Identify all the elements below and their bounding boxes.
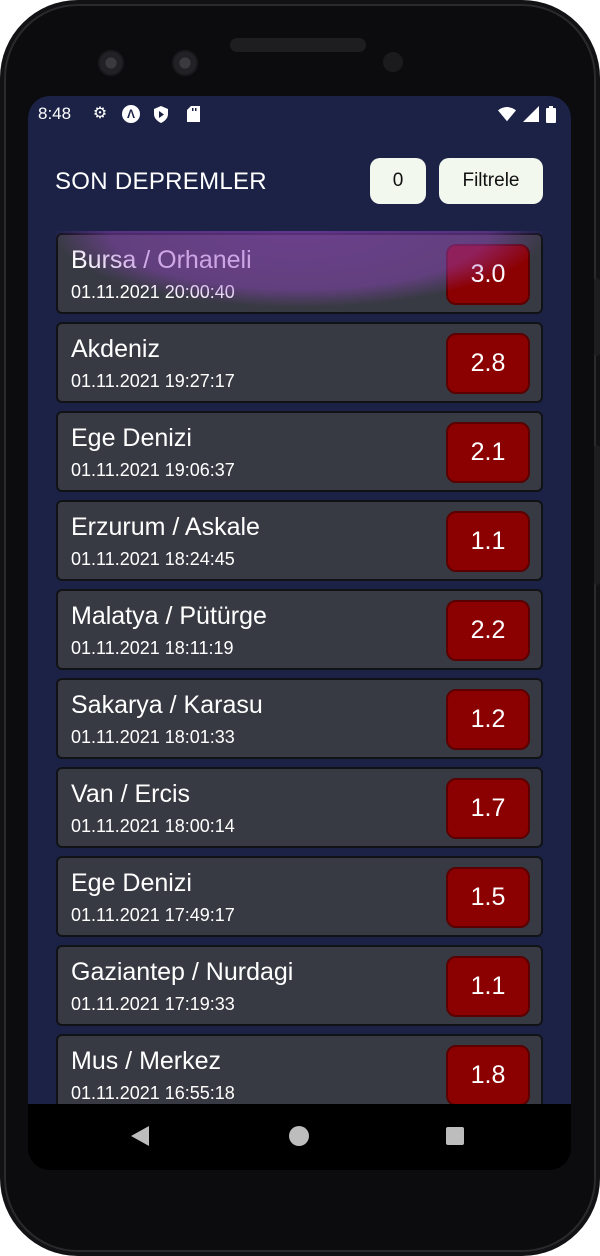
list-item[interactable]: Bursa / Orhaneli 01.11.2021 20:00:40 3.0 (56, 233, 543, 314)
status-time: 8:48 (38, 104, 72, 123)
power-button (594, 278, 600, 356)
count-button[interactable]: 0 (370, 158, 426, 204)
magnitude-badge: 1.5 (446, 867, 530, 928)
back-icon[interactable] (131, 1126, 149, 1146)
signal-icon (522, 105, 540, 123)
home-icon[interactable] (289, 1126, 309, 1146)
earthquake-datetime: 01.11.2021 18:00:14 (71, 816, 235, 836)
earthquake-datetime: 01.11.2021 17:49:17 (71, 905, 235, 925)
filter-button[interactable]: Filtrele (439, 158, 543, 204)
app-content: 8:48 ⚙ Λ SON DEPREMLER 0 Filtrele Bursa … (28, 96, 571, 1104)
front-camera (98, 50, 124, 76)
navigation-bar (28, 1104, 571, 1170)
list-item[interactable]: Malatya / Pütürge 01.11.2021 18:11:19 2.2 (56, 589, 543, 670)
earthquake-location: Van / Ercis (71, 780, 191, 808)
recent-apps-icon[interactable] (446, 1127, 464, 1145)
toolbar: SON DEPREMLER 0 Filtrele (28, 132, 571, 232)
list-item[interactable]: Gaziantep / Nurdagi 01.11.2021 17:19:33 1.… (56, 945, 543, 1026)
list-item[interactable]: Sakarya / Karasu 01.11.2021 18:01:33 1.2 (56, 678, 543, 759)
magnitude-badge: 2.1 (446, 422, 530, 483)
list-item[interactable]: Ege Denizi 01.11.2021 19:06:37 2.1 (56, 411, 543, 492)
earthquake-location: Sakarya / Karasu (71, 691, 263, 719)
list-item[interactable]: Van / Ercis 01.11.2021 18:00:14 1.7 (56, 767, 543, 848)
battery-icon (546, 105, 556, 123)
magnitude-badge: 1.8 (446, 1045, 530, 1104)
earthquake-location: Mus / Merkez (71, 1047, 222, 1075)
shield-icon (152, 105, 170, 123)
list-item[interactable]: Mus / Merkez 01.11.2021 16:55:18 1.8 (56, 1034, 543, 1104)
earthquake-datetime: 01.11.2021 16:55:18 (71, 1083, 235, 1103)
magnitude-badge: 2.8 (446, 333, 530, 394)
earthquake-datetime: 01.11.2021 17:19:33 (71, 994, 235, 1014)
phone-frame: 8:48 ⚙ Λ SON DEPREMLER 0 Filtrele Bursa … (0, 0, 600, 1256)
earthquake-location: Ege Denizi (71, 869, 192, 897)
earthquake-location: Erzurum / Askale (71, 513, 260, 541)
gear-icon: ⚙ (92, 105, 108, 122)
magnitude-badge: 1.2 (446, 689, 530, 750)
earthquake-datetime: 01.11.2021 19:06:37 (71, 460, 235, 480)
earthquake-location: Malatya / Pütürge (71, 602, 267, 630)
earthquake-location: Akdeniz (71, 335, 160, 363)
a-icon: Λ (122, 105, 140, 123)
earthquake-datetime: 01.11.2021 20:00:40 (71, 282, 235, 302)
wifi-icon (498, 105, 516, 123)
magnitude-badge: 1.7 (446, 778, 530, 839)
earthquake-location: Bursa / Orhaneli (71, 246, 252, 274)
magnitude-badge: 3.0 (446, 244, 530, 305)
magnitude-badge: 1.1 (446, 511, 530, 572)
earthquake-datetime: 01.11.2021 19:27:17 (71, 371, 235, 391)
earpiece-speaker (230, 38, 366, 52)
front-camera-secondary (172, 50, 198, 76)
sd-card-icon (184, 105, 202, 123)
proximity-sensor (383, 52, 403, 72)
screen: 8:48 ⚙ Λ SON DEPREMLER 0 Filtrele Bursa … (28, 96, 571, 1170)
earthquake-datetime: 01.11.2021 18:11:19 (71, 638, 234, 658)
earthquake-location: Ege Denizi (71, 424, 192, 452)
magnitude-badge: 2.2 (446, 600, 530, 661)
page-title: SON DEPREMLER (55, 168, 267, 195)
status-bar: 8:48 ⚙ Λ (28, 96, 571, 132)
magnitude-badge: 1.1 (446, 956, 530, 1017)
earthquake-location: Gaziantep / Nurdagi (71, 958, 294, 986)
earthquake-datetime: 01.11.2021 18:24:45 (71, 549, 235, 569)
volume-button (594, 445, 600, 585)
list-item[interactable]: Akdeniz 01.11.2021 19:27:17 2.8 (56, 322, 543, 403)
list-item[interactable]: Erzurum / Askale 01.11.2021 18:24:45 1.1 (56, 500, 543, 581)
list-item[interactable]: Ege Denizi 01.11.2021 17:49:17 1.5 (56, 856, 543, 937)
earthquake-datetime: 01.11.2021 18:01:33 (71, 727, 235, 747)
